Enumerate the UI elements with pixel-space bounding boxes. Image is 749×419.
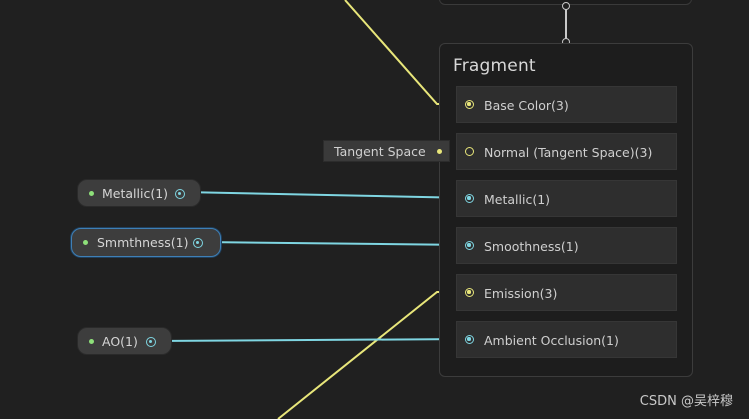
wire-metallic[interactable]	[182, 191, 471, 199]
slot-label: Base Color(3)	[484, 98, 569, 113]
slot-base-color[interactable]: Base Color(3)	[456, 86, 677, 123]
port-filled-icon[interactable]	[465, 335, 474, 344]
tangent-space-port-icon[interactable]	[437, 149, 442, 154]
slot-normal[interactable]: Normal (Tangent Space)(3)	[456, 133, 677, 170]
slot-smoothness[interactable]: Smoothness(1)	[456, 227, 677, 264]
property-node-smoothness[interactable]: Smmthness(1)	[71, 228, 221, 257]
slot-label: Emission(3)	[484, 286, 558, 301]
port-filled-icon[interactable]	[465, 241, 474, 250]
wire-smoothness[interactable]	[201, 241, 471, 246]
port-hollow-icon[interactable]	[465, 147, 474, 156]
slot-label: Normal (Tangent Space)(3)	[484, 145, 653, 160]
fragment-context-node[interactable]: Fragment Base Color(3) Normal (Tangent S…	[439, 43, 693, 377]
wire-ao[interactable]	[153, 338, 471, 342]
slot-label: Ambient Occlusion(1)	[484, 333, 619, 348]
property-label: AO(1)	[102, 334, 138, 349]
context-connector-top-dot[interactable]	[562, 2, 570, 10]
property-node-ao[interactable]: AO(1)	[77, 327, 172, 355]
port-filled-icon[interactable]	[175, 189, 185, 199]
shader-graph-canvas[interactable]: Fragment Base Color(3) Normal (Tangent S…	[0, 0, 749, 419]
slot-emission[interactable]: Emission(3)	[456, 274, 677, 311]
property-node-metallic[interactable]: Metallic(1)	[77, 179, 201, 207]
property-dot-icon	[89, 191, 94, 196]
port-filled-icon[interactable]	[465, 194, 474, 203]
fragment-title: Fragment	[453, 56, 536, 76]
slot-ambient-occlusion[interactable]: Ambient Occlusion(1)	[456, 321, 677, 358]
port-filled-icon[interactable]	[465, 288, 474, 297]
slot-label: Smoothness(1)	[484, 239, 579, 254]
port-filled-icon[interactable]	[465, 100, 474, 109]
tangent-space-node[interactable]: Tangent Space	[323, 140, 450, 162]
slot-metallic[interactable]: Metallic(1)	[456, 180, 677, 217]
slot-label: Metallic(1)	[484, 192, 551, 207]
context-connector-line	[565, 6, 567, 42]
port-filled-icon[interactable]	[193, 238, 203, 248]
property-dot-icon	[89, 339, 94, 344]
watermark-text: CSDN @吴梓穆	[639, 394, 733, 409]
property-label: Metallic(1)	[102, 186, 169, 201]
property-dot-icon	[83, 240, 88, 245]
port-filled-icon[interactable]	[146, 337, 156, 347]
tangent-space-label: Tangent Space	[334, 144, 426, 159]
property-label: Smmthness(1)	[97, 235, 189, 250]
